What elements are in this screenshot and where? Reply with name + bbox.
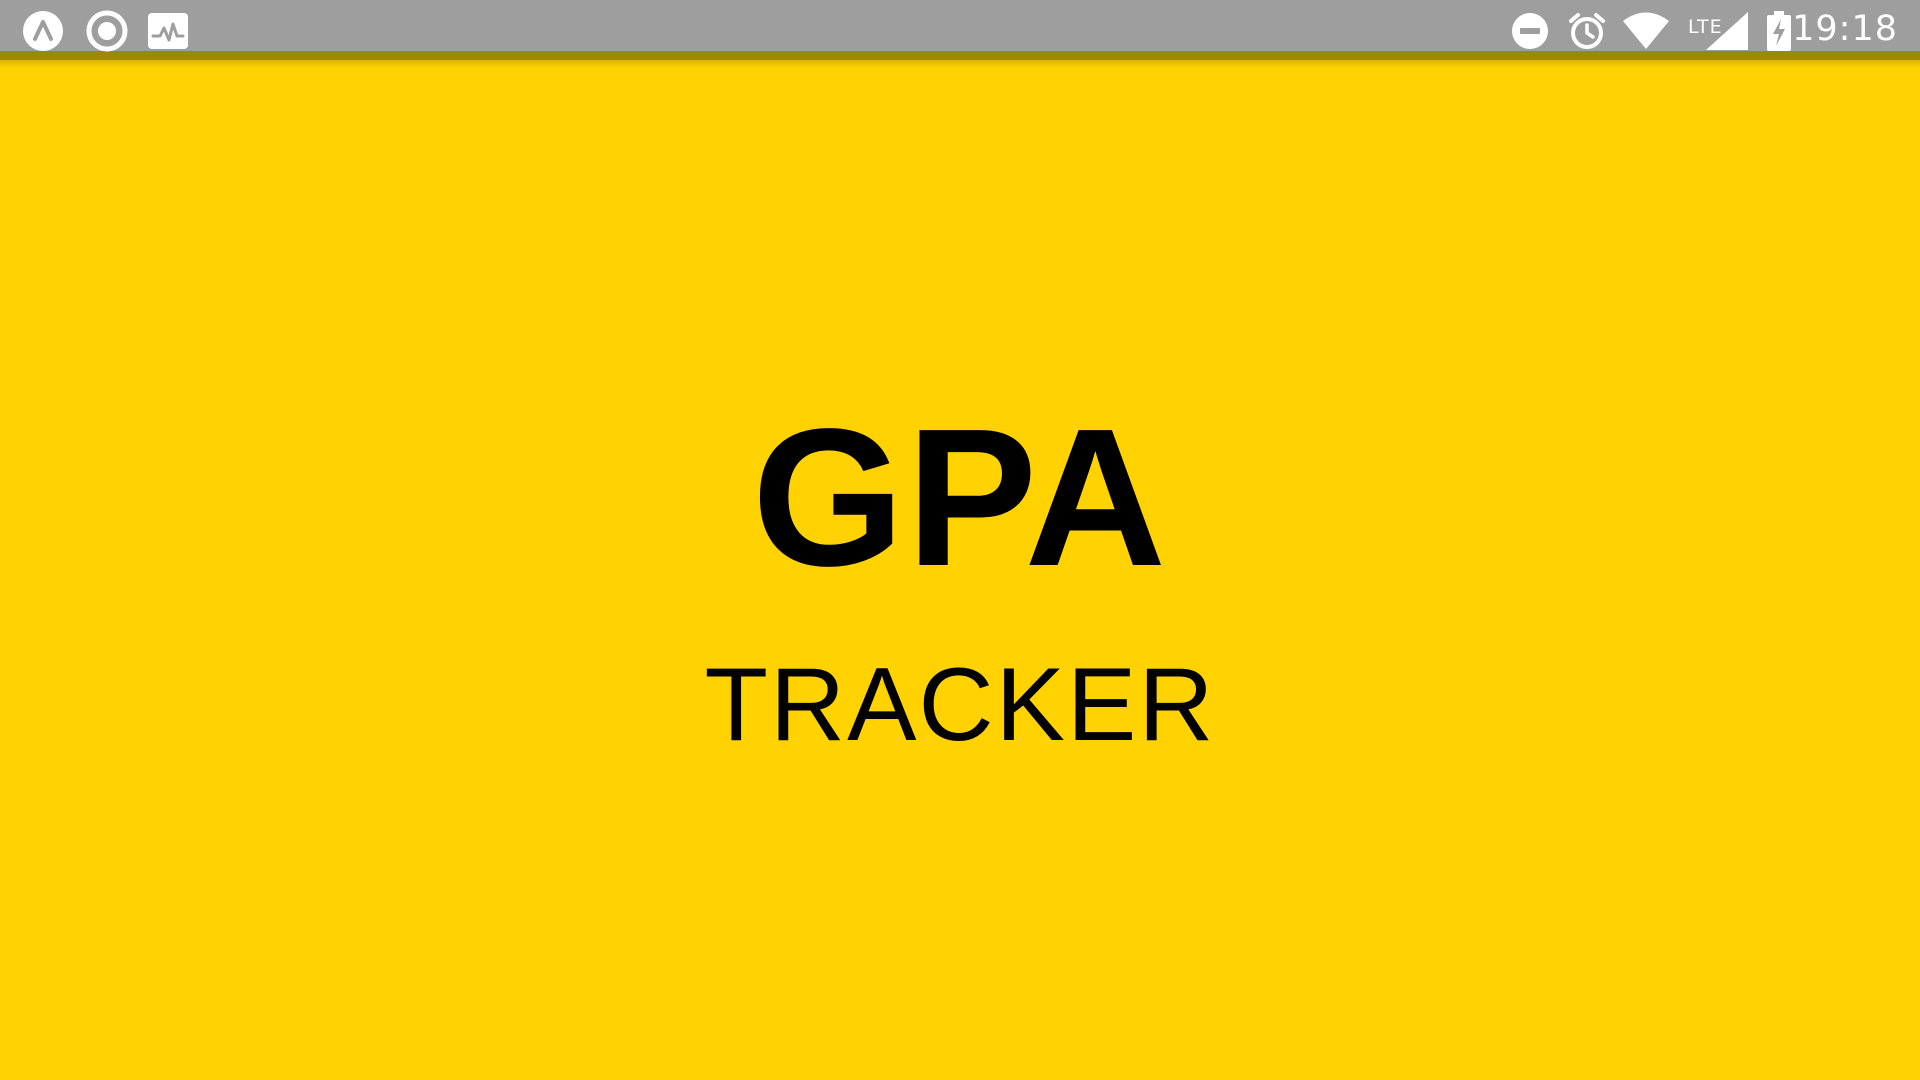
do-not-disturb-icon	[1511, 10, 1549, 52]
status-bar-divider	[0, 51, 1920, 60]
battery-charging-icon	[1766, 10, 1792, 52]
app-subtitle: TRACKER	[704, 647, 1216, 763]
expo-icon	[22, 10, 64, 52]
alarm-icon	[1567, 10, 1607, 52]
activity-monitor-icon	[147, 10, 189, 52]
app-title: GPA	[751, 388, 1169, 607]
status-bar-clock: 19:18	[1792, 9, 1898, 49]
cell-signal-icon	[1705, 10, 1749, 52]
record-icon	[86, 10, 128, 52]
splash-screen: GPA TRACKER	[0, 60, 1920, 1080]
wifi-icon	[1622, 10, 1670, 52]
